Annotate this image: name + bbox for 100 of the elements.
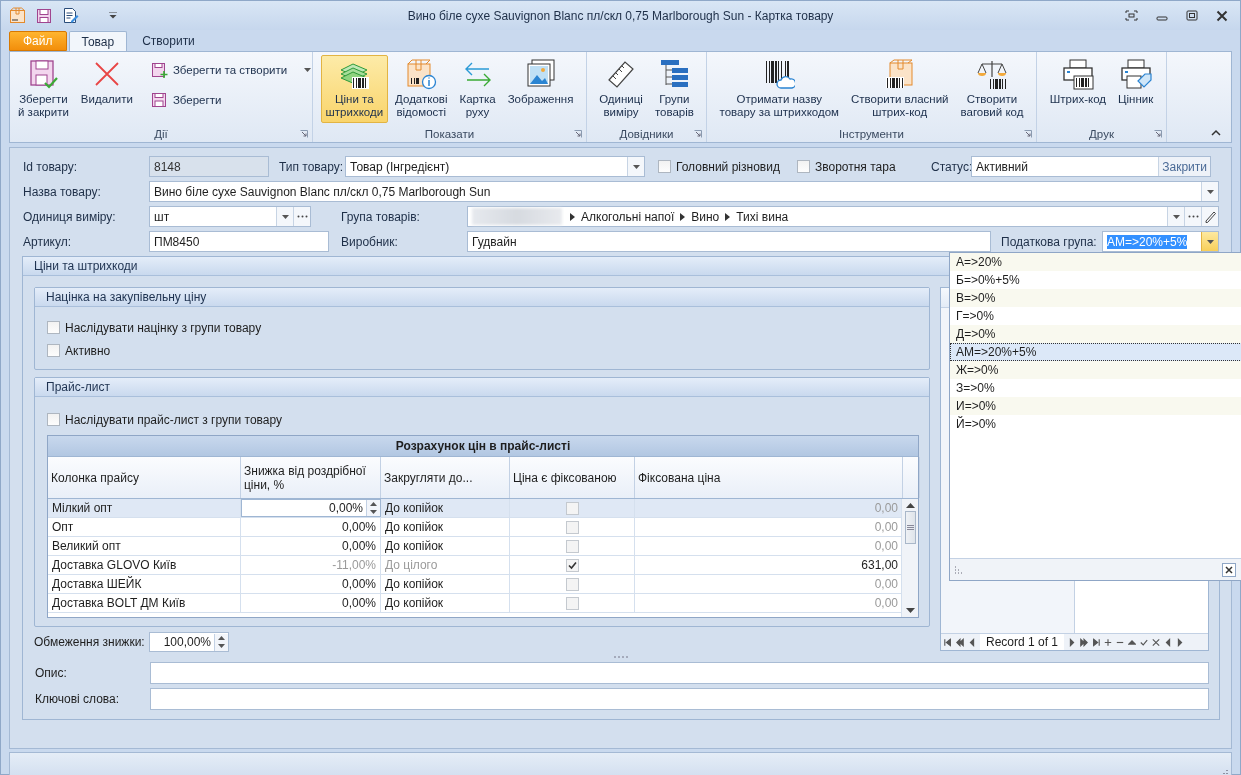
column-header[interactable]: Знижка від роздрібної ціни, %: [241, 457, 381, 498]
dropdown-button[interactable]: [1201, 232, 1218, 251]
checkbox[interactable]: [47, 413, 60, 426]
dialog-launcher-icon[interactable]: [574, 130, 582, 138]
scroll-thumb[interactable]: [904, 511, 916, 544]
type-dropdown[interactable]: Товар (Інгредієнт): [345, 156, 645, 177]
spin-field[interactable]: 0,00%: [241, 499, 381, 517]
path-segment[interactable]: Тихі вина: [736, 209, 789, 224]
path-segment[interactable]: Вино: [691, 209, 720, 224]
ribbon-button[interactable]: Одиниці виміру: [594, 55, 648, 123]
checkbox[interactable]: [565, 501, 579, 515]
ribbon-button[interactable]: Групи товарів: [649, 55, 699, 123]
checkbox[interactable]: [565, 520, 579, 534]
ribbon-button[interactable]: Штрих-код: [1044, 55, 1111, 123]
close-button[interactable]: [1216, 9, 1228, 22]
scroll-up-icon[interactable]: [905, 503, 915, 508]
description-field[interactable]: [150, 662, 1209, 684]
name-field[interactable]: Вино біле сухе Sauvignon Blanc пл/скл 0,75 Marlborough Sun: [149, 181, 1219, 202]
dropdown-button[interactable]: [1167, 207, 1184, 226]
dropdown-option[interactable]: Ж=>0%: [950, 361, 1241, 379]
dialog-launcher-icon[interactable]: [1154, 130, 1162, 138]
splitter-grip-icon[interactable]: [614, 655, 628, 658]
keywords-field[interactable]: [150, 688, 1209, 710]
next-icon[interactable]: [1176, 637, 1185, 647]
dropdown-option[interactable]: И=>0%: [950, 397, 1241, 415]
ribbon-button[interactable]: Створити власний штрих-код: [845, 55, 954, 123]
close-status-button[interactable]: Закрити: [1158, 157, 1210, 176]
checkbox[interactable]: [658, 160, 671, 173]
plus-icon[interactable]: [1104, 637, 1113, 647]
checkbox[interactable]: [797, 160, 810, 173]
document-edit-icon[interactable]: [62, 7, 79, 24]
next-record-icon[interactable]: [1068, 637, 1077, 647]
table-row[interactable]: Доставка GLOVO Київ -11,00% До цілого 631,00: [48, 556, 902, 575]
ribbon-button[interactable]: Створити ваговий код: [955, 55, 1029, 123]
ribbon-button[interactable]: Видалити: [75, 55, 138, 123]
scrollbar[interactable]: [901, 499, 918, 617]
close-button[interactable]: [1222, 562, 1236, 577]
customize-caret-icon[interactable]: [109, 12, 117, 19]
dialog-launcher-icon[interactable]: [694, 130, 702, 138]
dropdown-button[interactable]: [276, 207, 293, 226]
dropdown-option[interactable]: Б=>0%+5%: [950, 271, 1241, 289]
table-row[interactable]: Мілкий опт 0,00% До копійок 0,00: [48, 499, 902, 518]
column-header[interactable]: Ціна є фіксованою: [510, 457, 635, 498]
previous-icon[interactable]: [1164, 637, 1173, 647]
dropdown-button[interactable]: [1201, 182, 1218, 201]
column-header[interactable]: Закругляти до...: [381, 457, 510, 498]
dialog-launcher-icon[interactable]: [1024, 130, 1032, 138]
dialog-launcher-icon[interactable]: [300, 130, 308, 138]
collapse-ribbon-icon[interactable]: [1211, 129, 1221, 136]
dropdown-option[interactable]: З=>0%: [950, 379, 1241, 397]
spin-buttons[interactable]: [366, 500, 380, 516]
checkbox[interactable]: [565, 577, 579, 591]
table-row[interactable]: Доставка BOLT ДМ Київ 0,00% До копійок 0,00: [48, 594, 902, 613]
spin-buttons[interactable]: [214, 633, 228, 651]
ribbon-button[interactable]: Цінник: [1113, 55, 1159, 123]
maximize-button[interactable]: [1186, 10, 1198, 21]
unit-dropdown[interactable]: шт: [149, 206, 311, 227]
checkbox[interactable]: [565, 558, 579, 572]
cross-icon[interactable]: [1152, 637, 1161, 647]
dropdown-option[interactable]: А=>20%: [950, 253, 1241, 271]
ribbon-button[interactable]: Ціни та штрихкоди: [320, 55, 389, 123]
last-record-icon[interactable]: [1092, 637, 1101, 647]
column-header[interactable]: Колонка прайсу: [48, 457, 241, 498]
ribbon-button[interactable]: Отримати назву товару за штрихкодом: [714, 55, 844, 123]
up-icon[interactable]: [1128, 637, 1137, 647]
column-header[interactable]: Фіксована ціна: [635, 457, 903, 498]
ribbon-button[interactable]: Зберегти: [145, 89, 317, 111]
dropdown-option[interactable]: В=>0%: [950, 289, 1241, 307]
dropdown-option[interactable]: АМ=>20%+5%: [950, 343, 1241, 361]
checkbox[interactable]: [47, 321, 60, 334]
table-row[interactable]: Опт 0,00% До копійок 0,00: [48, 518, 902, 537]
ribbon-tab[interactable]: Створити: [129, 30, 208, 51]
ribbon-button[interactable]: Додаткові відомості: [390, 55, 453, 123]
next-page-icon[interactable]: [1080, 637, 1089, 647]
table-row[interactable]: Великий опт 0,00% До копійок 0,00: [48, 537, 902, 556]
ribbon-button[interactable]: Зберегти й закрити: [13, 55, 74, 123]
dropdown-button[interactable]: [627, 157, 644, 176]
dropdown-option[interactable]: Д=>0%: [950, 325, 1241, 343]
dropdown-option[interactable]: Й=>0%: [950, 415, 1241, 433]
ribbon-tab[interactable]: Товар: [68, 31, 128, 52]
ribbon-button[interactable]: Зберегти та створити: [145, 59, 317, 81]
table-row[interactable]: Доставка ШЕЙК 0,00% До копійок 0,00: [48, 575, 902, 594]
previous-page-icon[interactable]: [956, 637, 964, 647]
save-icon[interactable]: [36, 7, 52, 24]
resize-grip-icon[interactable]: [954, 565, 964, 574]
fullscreen-button[interactable]: [1125, 10, 1138, 21]
checkbox[interactable]: [47, 344, 60, 357]
check-icon[interactable]: [1140, 637, 1149, 647]
checkbox[interactable]: [565, 596, 579, 610]
dropdown-option[interactable]: Г=>0%: [950, 307, 1241, 325]
previous-record-icon[interactable]: [968, 637, 976, 647]
article-field[interactable]: ПМ8450: [149, 231, 329, 252]
box-icon[interactable]: [9, 7, 26, 24]
ribbon-button[interactable]: Картка руху: [454, 55, 501, 123]
path-segment[interactable]: Алкогольні напої: [581, 209, 675, 224]
group-path-field[interactable]: Алкогольні напої Вино Тихі вина: [467, 206, 1219, 227]
first-record-icon[interactable]: [944, 637, 952, 647]
ribbon-button[interactable]: Зображення: [502, 55, 579, 123]
edit-button[interactable]: [1201, 207, 1218, 226]
checkbox[interactable]: [565, 539, 579, 553]
